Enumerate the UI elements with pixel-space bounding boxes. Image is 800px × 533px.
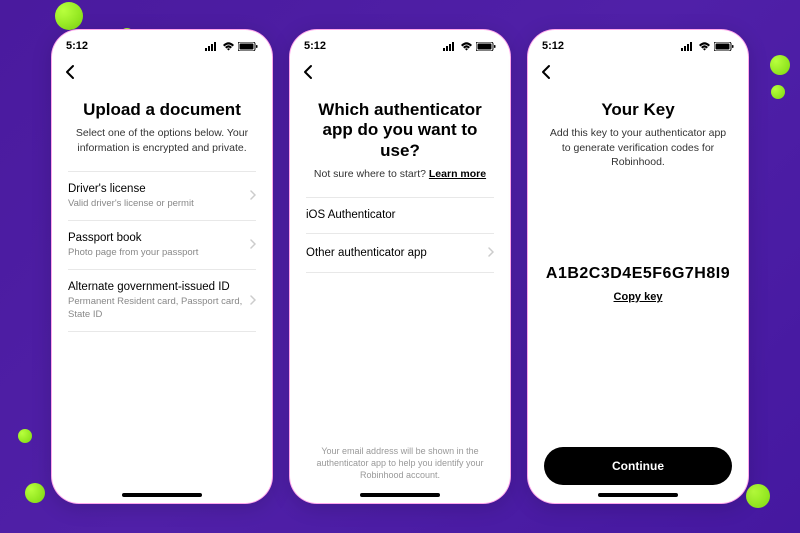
option-ios-authenticator[interactable]: iOS Authenticator bbox=[306, 197, 494, 234]
option-label: Passport book bbox=[68, 231, 244, 246]
chevron-right-icon bbox=[488, 244, 494, 262]
wifi-icon bbox=[698, 42, 711, 51]
learn-more-link[interactable]: Learn more bbox=[429, 168, 486, 180]
option-label: Driver's license bbox=[68, 182, 244, 197]
status-bar: 5:12 bbox=[290, 30, 510, 56]
decorative-bubble bbox=[771, 85, 785, 99]
home-indicator bbox=[598, 493, 678, 497]
status-bar: 5:12 bbox=[528, 30, 748, 56]
copy-key-button[interactable]: Copy key bbox=[544, 291, 732, 303]
nav-bar bbox=[52, 56, 272, 88]
status-icons bbox=[443, 42, 496, 51]
option-other-authenticator[interactable]: Other authenticator app bbox=[306, 234, 494, 273]
decorative-bubble bbox=[18, 429, 32, 443]
page-title: Your Key bbox=[544, 100, 732, 120]
signal-icon bbox=[443, 42, 457, 51]
back-button[interactable] bbox=[302, 64, 314, 80]
chevron-right-icon bbox=[250, 236, 256, 254]
battery-icon bbox=[238, 42, 258, 51]
option-desc: Permanent Resident card, Passport card, … bbox=[68, 296, 244, 321]
option-alternate-id[interactable]: Alternate government-issued ID Permanent… bbox=[68, 270, 256, 332]
decorative-bubble bbox=[25, 483, 45, 503]
page-subtitle: Select one of the options below. Your in… bbox=[68, 126, 256, 154]
battery-icon bbox=[476, 42, 496, 51]
phone-authenticator-choice: 5:12 Which authenticator app do you want… bbox=[289, 29, 511, 504]
signal-icon bbox=[681, 42, 695, 51]
key-value: A1B2C3D4E5F6G7H8I9 bbox=[544, 265, 732, 283]
page-title: Which authenticator app do you want to u… bbox=[306, 100, 494, 161]
chevron-left-icon bbox=[302, 64, 314, 80]
status-icons bbox=[681, 42, 734, 51]
decorative-bubble bbox=[770, 55, 790, 75]
option-drivers-license[interactable]: Driver's license Valid driver's license … bbox=[68, 171, 256, 221]
battery-icon bbox=[714, 42, 734, 51]
status-time: 5:12 bbox=[304, 40, 326, 52]
phones-row: 5:12 Upload a document Select one of the… bbox=[0, 0, 800, 533]
page-title: Upload a document bbox=[68, 100, 256, 120]
back-button[interactable] bbox=[540, 64, 552, 80]
wifi-icon bbox=[222, 42, 235, 51]
home-indicator bbox=[360, 493, 440, 497]
phone-upload-document: 5:12 Upload a document Select one of the… bbox=[51, 29, 273, 504]
status-time: 5:12 bbox=[66, 40, 88, 52]
status-time: 5:12 bbox=[542, 40, 564, 52]
screen-content: Which authenticator app do you want to u… bbox=[290, 88, 510, 493]
status-icons bbox=[205, 42, 258, 51]
nav-bar bbox=[528, 56, 748, 88]
back-button[interactable] bbox=[64, 64, 76, 80]
chevron-left-icon bbox=[64, 64, 76, 80]
nav-bar bbox=[290, 56, 510, 88]
chevron-left-icon bbox=[540, 64, 552, 80]
screen-content: Your Key Add this key to your authentica… bbox=[528, 88, 748, 493]
option-desc: Valid driver's license or permit bbox=[68, 198, 244, 210]
option-passport-book[interactable]: Passport book Photo page from your passp… bbox=[68, 221, 256, 270]
subtitle-text: Not sure where to start? bbox=[314, 168, 429, 180]
status-bar: 5:12 bbox=[52, 30, 272, 56]
signal-icon bbox=[205, 42, 219, 51]
footer-note: Your email address will be shown in the … bbox=[306, 445, 494, 493]
home-indicator bbox=[122, 493, 202, 497]
decorative-bubble bbox=[55, 2, 83, 30]
page-subtitle: Not sure where to start? Learn more bbox=[306, 167, 494, 181]
phone-your-key: 5:12 Your Key Add this key to your authe… bbox=[527, 29, 749, 504]
screen-content: Upload a document Select one of the opti… bbox=[52, 88, 272, 493]
continue-button[interactable]: Continue bbox=[544, 447, 732, 485]
option-desc: Photo page from your passport bbox=[68, 247, 244, 259]
decorative-bubble bbox=[746, 484, 770, 508]
option-label: Alternate government-issued ID bbox=[68, 280, 244, 295]
option-label: Other authenticator app bbox=[306, 246, 482, 261]
chevron-right-icon bbox=[250, 292, 256, 310]
option-label: iOS Authenticator bbox=[306, 208, 494, 223]
page-subtitle: Add this key to your authenticator app t… bbox=[544, 126, 732, 169]
chevron-right-icon bbox=[250, 187, 256, 205]
wifi-icon bbox=[460, 42, 473, 51]
